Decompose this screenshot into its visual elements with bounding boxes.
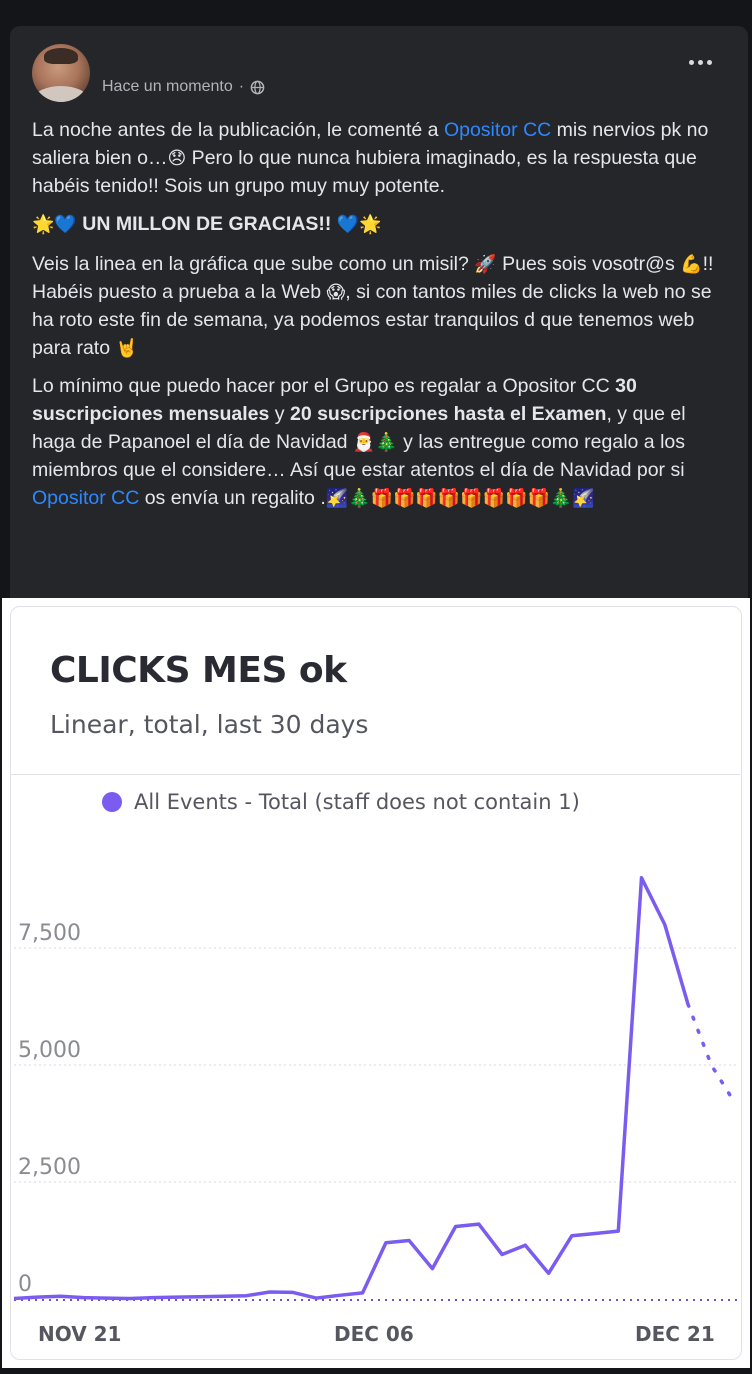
text-run: Pues sois vosotr@s [496,253,681,275]
heart-sun-emoji-icon: 💙🌟 [336,214,382,234]
post-timestamp[interactable]: Hace un momento [102,78,233,96]
avatar-hair [44,48,78,64]
post-paragraph-3: Veis la linea en la gráfica que sube com… [32,250,732,362]
y-tick-label: 7,500 [18,921,81,946]
text-run: os envía un regalito . [139,487,326,509]
dot [707,60,712,65]
rock-hand-emoji-icon: 🤘 [115,338,138,358]
facebook-post: Hace un momento · La noche antes de la p… [10,26,748,598]
text-run: UN MILLON DE GRACIAS!! [76,213,337,235]
screenshot-frame: Hace un momento · La noche antes de la p… [0,0,752,1374]
meta-separator: · [238,78,245,95]
post-paragraph-4: Lo mínimo que puedo hacer por el Grupo e… [32,372,732,512]
text-run: y [269,403,290,425]
post-meta: Hace un momento · [102,76,265,98]
avatar-shoulders [34,86,88,102]
dot [689,60,694,65]
bold-text: 20 suscripciones hasta el Examen [289,403,607,425]
scream-emoji-icon: 😱 [326,282,346,302]
post-paragraph-2: 🌟💙 UN MILLON DE GRACIAS!! 💙🌟 [32,210,732,238]
line-chart: 0 2,500 5,000 7,500 NOV 21 DEC 06 DEC 21 [13,876,738,1346]
y-tick-label: 2,500 [18,1155,81,1180]
post-body: La noche antes de la publicación, le com… [32,116,732,522]
x-tick-label: DEC 21 [635,1322,715,1346]
author-name[interactable] [104,48,264,64]
author-avatar[interactable] [32,44,90,102]
text-run: Veis la linea en la gráfica que sube com… [32,253,475,275]
muscle-emoji-icon: 💪 [680,254,703,274]
mention-link[interactable]: Opositor CC [32,487,139,509]
chart-image[interactable]: CLICKS MES ok Linear, total, last 30 day… [2,598,750,1368]
rocket-emoji-icon: 🚀 [474,254,497,274]
x-tick-label: NOV 21 [38,1322,121,1346]
series-line [13,876,690,1301]
y-tick-label: 0 [18,1272,32,1297]
text-run: Lo mínimo que puedo hacer por el Grupo e… [32,375,616,397]
series-partial-line [686,1002,737,1105]
santa-tree-emoji-icon: 🎅🎄 [352,432,398,452]
mention-link[interactable]: Opositor CC [444,119,551,141]
sun-heart-emoji-icon: 🌟💙 [32,214,77,234]
more-horizontal-icon[interactable] [689,60,712,68]
disappointed-emoji-icon: 😞 [167,148,187,168]
dot [698,60,703,65]
gifts-emoji-icon: 🌠🎄🎁🎁🎁🎁🎁🎁🎁🎁🎄🌠 [325,488,595,508]
globe-icon [250,80,265,94]
text-run: La noche antes de la publicación, le com… [32,119,444,141]
post-paragraph-1: La noche antes de la publicación, le com… [32,116,732,200]
y-tick-label: 5,000 [18,1038,81,1063]
x-tick-label: DEC 06 [334,1322,414,1346]
